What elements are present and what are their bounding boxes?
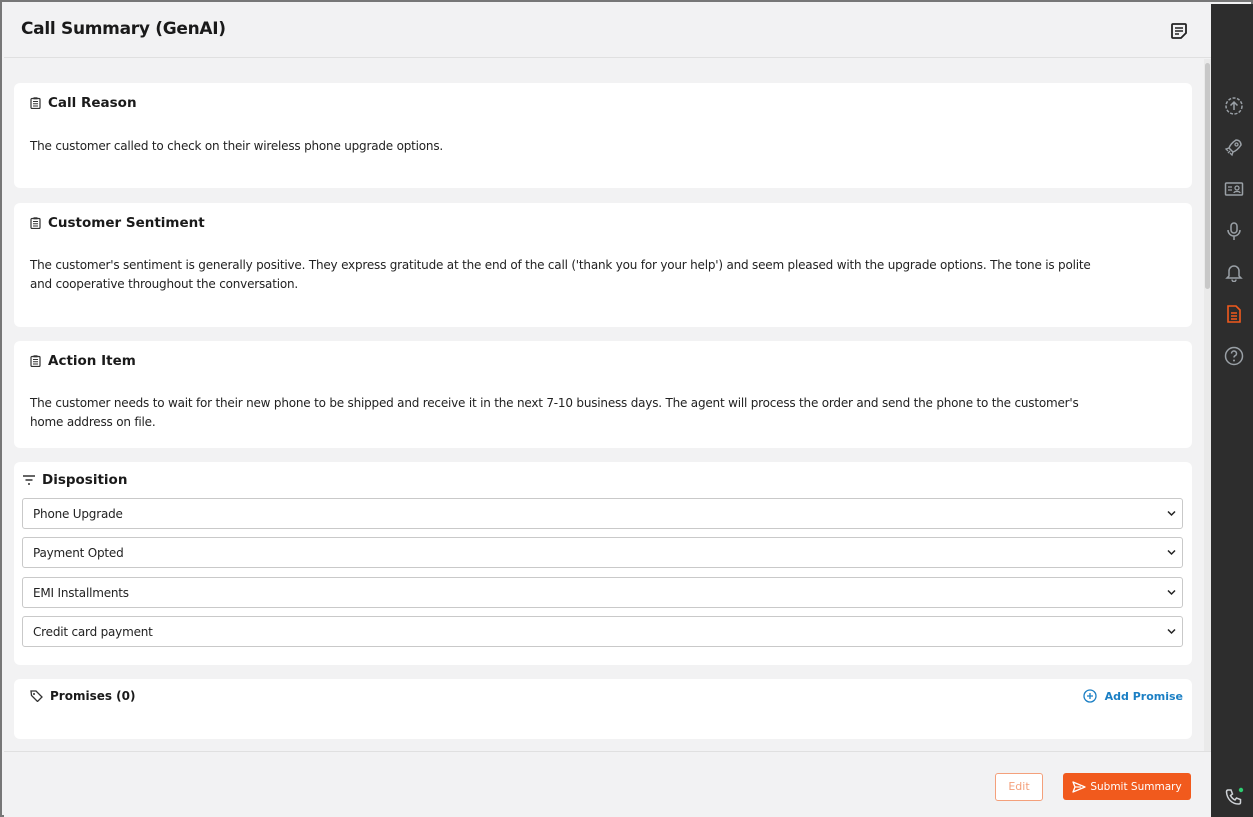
submit-summary-button[interactable]: Submit Summary bbox=[1063, 773, 1191, 800]
promises-title: Promises (0) bbox=[50, 689, 136, 703]
send-icon bbox=[1072, 780, 1086, 793]
call-summary-panel: Call Summary (GenAI) Call Reason The cus… bbox=[4, 4, 1211, 817]
disposition-title: Disposition bbox=[42, 472, 128, 488]
disposition-select-2[interactable]: Payment Opted bbox=[22, 537, 1183, 568]
clipboard-icon bbox=[30, 217, 41, 229]
action-item-title: Action Item bbox=[48, 353, 136, 369]
bell-icon[interactable] bbox=[1224, 262, 1244, 282]
customer-sentiment-card: Customer Sentiment The customer's sentim… bbox=[14, 203, 1192, 327]
select-value: Credit card payment bbox=[33, 625, 153, 639]
scrollbar-thumb[interactable] bbox=[1205, 63, 1210, 289]
select-value: Phone Upgrade bbox=[33, 507, 123, 521]
summary-content: Call Reason The customer called to check… bbox=[4, 59, 1211, 751]
phone-icon[interactable] bbox=[1224, 787, 1244, 807]
action-item-card: Action Item The customer needs to wait f… bbox=[14, 341, 1192, 448]
rocket-icon[interactable] bbox=[1224, 137, 1244, 157]
disposition-select-3[interactable]: EMI Installments bbox=[22, 577, 1183, 608]
call-reason-text: The customer called to check on their wi… bbox=[30, 139, 443, 153]
promises-card: Promises (0) Add Promise bbox=[14, 679, 1192, 739]
action-item-text: The customer needs to wait for their new… bbox=[30, 396, 1079, 429]
add-circle-icon bbox=[1082, 689, 1097, 703]
add-promise-button[interactable]: Add Promise bbox=[1082, 689, 1183, 703]
help-icon[interactable] bbox=[1224, 346, 1244, 366]
microphone-icon[interactable] bbox=[1224, 221, 1244, 241]
content-scrollbar[interactable] bbox=[1204, 59, 1211, 751]
contact-card-icon[interactable] bbox=[1224, 179, 1244, 199]
tag-icon bbox=[30, 690, 43, 702]
panel-footer: Edit Submit Summary bbox=[4, 751, 1211, 817]
page-title: Call Summary (GenAI) bbox=[21, 19, 226, 39]
chevron-down-icon bbox=[1167, 628, 1176, 635]
customer-sentiment-title: Customer Sentiment bbox=[48, 215, 205, 231]
filter-icon bbox=[23, 475, 35, 485]
clipboard-icon bbox=[30, 355, 41, 367]
clipboard-icon bbox=[30, 97, 41, 109]
disposition-card: Disposition Phone Upgrade Payment Opted … bbox=[14, 462, 1192, 665]
chevron-down-icon bbox=[1167, 549, 1176, 556]
disposition-select-1[interactable]: Phone Upgrade bbox=[22, 498, 1183, 529]
chevron-down-icon bbox=[1167, 510, 1176, 517]
select-value: Payment Opted bbox=[33, 546, 124, 560]
chevron-down-icon bbox=[1167, 589, 1176, 596]
customer-sentiment-text: The customer's sentiment is generally po… bbox=[30, 258, 1091, 291]
select-value: EMI Installments bbox=[33, 586, 129, 600]
edit-button[interactable]: Edit bbox=[995, 773, 1043, 801]
right-icon-rail bbox=[1211, 4, 1253, 817]
call-reason-title: Call Reason bbox=[48, 95, 137, 111]
sticky-note-icon[interactable] bbox=[1170, 22, 1188, 40]
call-reason-card: Call Reason The customer called to check… bbox=[14, 83, 1192, 188]
submit-summary-label: Submit Summary bbox=[1090, 780, 1182, 793]
add-promise-label: Add Promise bbox=[1104, 689, 1183, 703]
document-icon[interactable] bbox=[1224, 304, 1244, 324]
panel-header: Call Summary (GenAI) bbox=[4, 4, 1211, 58]
disposition-select-4[interactable]: Credit card payment bbox=[22, 616, 1183, 647]
upload-circle-icon[interactable] bbox=[1224, 96, 1244, 116]
